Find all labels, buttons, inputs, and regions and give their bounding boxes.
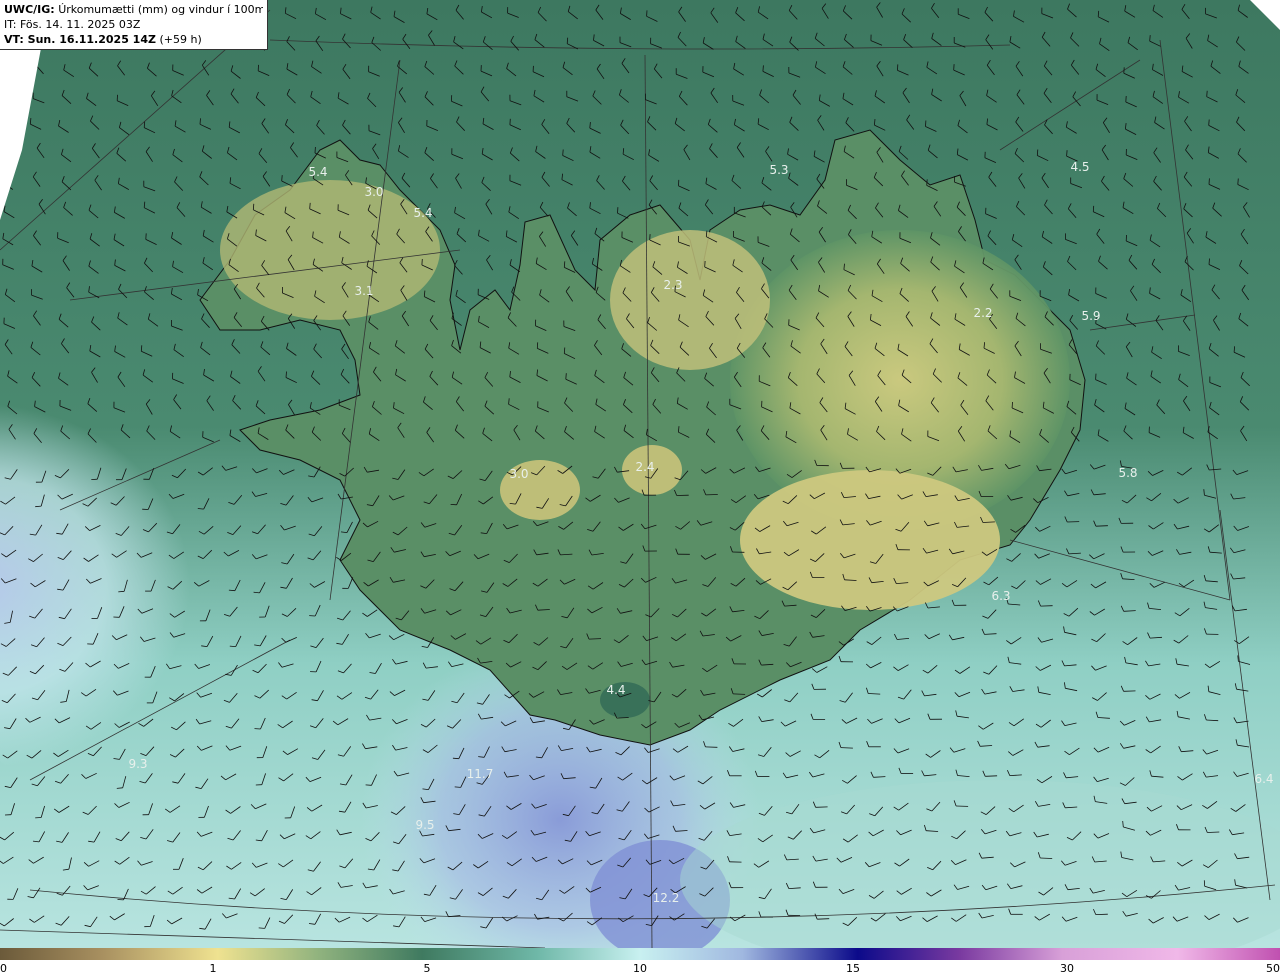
precip-label: 3.0: [364, 185, 383, 199]
color-bar: [0, 948, 1280, 960]
color-bar-ticks: 0 1 5 10 15 30 50: [0, 962, 1280, 978]
color-bar-tick: 1: [209, 962, 217, 975]
precip-label: 9.3: [128, 757, 147, 771]
precip-label: 3.0: [509, 467, 528, 481]
precip-label: 2.4: [635, 460, 654, 474]
product-title: Úrkomumætti (mm) og vindur í 100m hæð: [58, 3, 263, 16]
precip-label: 5.4: [308, 165, 327, 179]
precip-label: 5.8: [1118, 466, 1137, 480]
color-bar-tick: 50: [1266, 962, 1280, 975]
color-bar-tick: 30: [1060, 962, 1074, 975]
precip-label: 5.3: [769, 163, 788, 177]
precip-label: 12.2: [653, 891, 680, 905]
title-row: UWC/IG: Úrkomumætti (mm) og vindur í 100…: [4, 2, 263, 17]
it-row: IT: Fös. 14. 11. 2025 03Z: [4, 17, 263, 32]
vt-row: VT: Sun. 16.11.2025 14Z (+59 h): [4, 32, 263, 47]
color-bar-tick: 15: [846, 962, 860, 975]
field-layer: 5.4 3.0 5.4 5.3 4.5 3.1 2.3 2.2 5.9 2.4 3.0 5.8 6.3 4…: [0, 0, 1280, 948]
precip-label: 5.4: [413, 206, 432, 220]
vt-value: Sun. 16.11.2025 14Z: [27, 33, 156, 46]
precip-label: 4.5: [1070, 160, 1089, 174]
precip-label: 6.3: [991, 589, 1010, 603]
info-box: UWC/IG: Úrkomumætti (mm) og vindur í 100…: [0, 0, 268, 50]
precip-label: 3.1: [354, 284, 373, 298]
precip-label: 2.3: [663, 278, 682, 292]
precip-label: 9.5: [415, 818, 434, 832]
precip-label: 4.4: [606, 683, 625, 697]
product-code: UWC/IG:: [4, 3, 55, 16]
vt-offset: (+59 h): [159, 33, 202, 46]
color-bar-tick: 0: [0, 962, 7, 975]
it-value: Fös. 14. 11. 2025 03Z: [19, 18, 141, 31]
precip-label: 11.7: [467, 767, 494, 781]
color-bar-tick: 10: [633, 962, 647, 975]
color-bar-tick: 5: [423, 962, 431, 975]
precip-label: 6.4: [1254, 772, 1273, 786]
precip-label: 5.9: [1081, 309, 1100, 323]
precipitation-wind-map[interactable]: 5.4 3.0 5.4 5.3 4.5 3.1 2.3 2.2 5.9 2.4 3.0 5.8 6.3 4…: [0, 0, 1280, 948]
it-label: IT:: [4, 18, 17, 31]
precip-label: 2.2: [973, 306, 992, 320]
vt-label: VT:: [4, 33, 24, 46]
